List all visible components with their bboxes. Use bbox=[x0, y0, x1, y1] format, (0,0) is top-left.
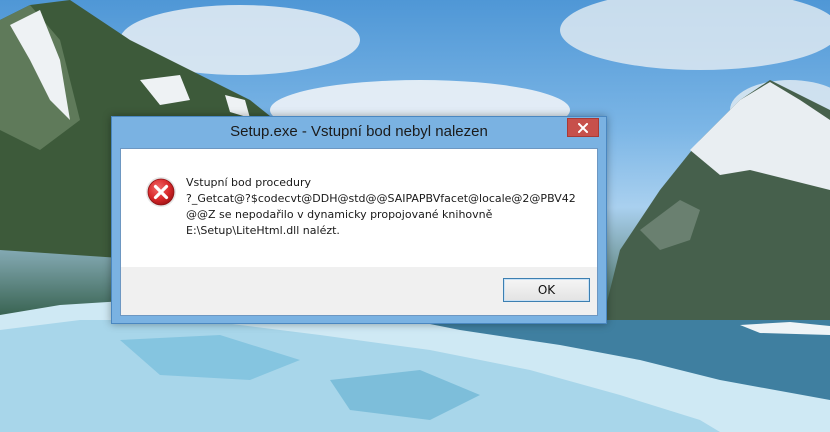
message-line: @@Z se nepodařilo v dynamicky propojovan… bbox=[186, 208, 493, 221]
close-icon bbox=[577, 118, 589, 137]
error-dialog: Setup.exe - Vstupní bod nebyl nalezen Vs… bbox=[111, 116, 607, 324]
error-message: Vstupní bod procedury ?_Getcat@?$codecvt… bbox=[186, 175, 586, 239]
message-line: Vstupní bod procedury bbox=[186, 176, 312, 189]
ok-button[interactable]: OK bbox=[503, 278, 590, 302]
message-line: E:\Setup\LiteHtml.dll nalézt. bbox=[186, 224, 340, 237]
close-button[interactable] bbox=[567, 118, 599, 137]
button-bar: OK bbox=[121, 267, 597, 315]
title-bar[interactable]: Setup.exe - Vstupní bod nebyl nalezen bbox=[112, 117, 606, 148]
error-icon bbox=[145, 176, 177, 208]
message-line: ?_Getcat@?$codecvt@DDH@std@@SAIPAPBVface… bbox=[186, 192, 576, 205]
dialog-title: Setup.exe - Vstupní bod nebyl nalezen bbox=[230, 123, 488, 140]
dialog-client-area: Vstupní bod procedury ?_Getcat@?$codecvt… bbox=[120, 148, 598, 316]
message-panel: Vstupní bod procedury ?_Getcat@?$codecvt… bbox=[121, 149, 597, 267]
